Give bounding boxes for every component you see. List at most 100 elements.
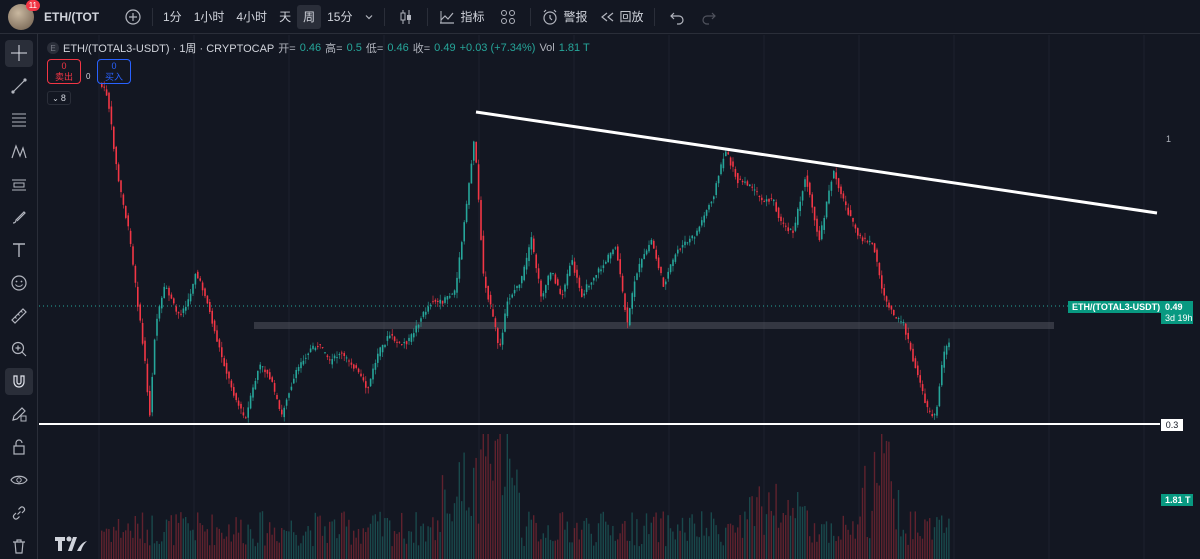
trend-line-tool[interactable] (5, 73, 33, 100)
candle-body (413, 333, 415, 338)
emoji-tool[interactable] (5, 270, 33, 297)
volume-bar (835, 541, 837, 559)
undo-icon[interactable] (669, 9, 685, 25)
link-tool[interactable] (5, 499, 33, 526)
user-avatar[interactable]: 11 (8, 0, 40, 30)
text-tool[interactable] (5, 237, 33, 264)
interval-1h-button[interactable]: 1小时 (188, 5, 231, 29)
candle-body (317, 345, 319, 348)
candle-body (321, 347, 324, 349)
volume-bar (787, 499, 789, 559)
prediction-tool[interactable] (5, 171, 33, 198)
candle-body (465, 203, 468, 223)
candle-body (569, 265, 571, 276)
crosshair-tool[interactable] (4, 40, 33, 67)
ruler-tool[interactable] (5, 303, 33, 330)
candle-body (163, 286, 165, 299)
candle-body (499, 343, 501, 346)
sell-button[interactable]: 0 卖出 (47, 59, 81, 84)
candle-body (528, 247, 530, 262)
volume-bar (115, 530, 117, 559)
indicators-button[interactable]: 指标 (432, 5, 490, 29)
alert-button[interactable]: 警报 (535, 5, 593, 29)
volume-bar (468, 507, 470, 559)
remove-drawings-tool[interactable] (5, 532, 33, 559)
candle-body (350, 362, 353, 365)
indicators-collapse-button[interactable]: ⌄ 8 (47, 91, 71, 105)
volume-bar (585, 518, 588, 559)
candle-body (741, 180, 744, 183)
candle-body (343, 353, 345, 357)
fib-retracement-tool[interactable] (5, 106, 33, 133)
candle-body (722, 158, 725, 169)
descending-trendline[interactable] (475, 110, 1158, 215)
interval-1m-button[interactable]: 1分 (157, 5, 188, 29)
volume-bar (384, 518, 386, 559)
volume-bar (869, 538, 871, 559)
volume-bar (163, 532, 165, 559)
candle-body (360, 373, 362, 377)
volume-bar (489, 463, 492, 559)
volume-bar (830, 523, 832, 559)
volume-bar (823, 524, 825, 559)
brush-tool[interactable] (5, 204, 33, 231)
candle-body (506, 301, 509, 317)
layout-grid-icon[interactable] (500, 9, 516, 25)
candle-body (804, 179, 806, 187)
volume-bar (842, 515, 844, 559)
candle-body (285, 399, 288, 406)
volume-bar (597, 523, 600, 559)
magnet-tool[interactable] (4, 368, 33, 395)
volume-bar (871, 510, 873, 559)
volume-bar (576, 522, 578, 559)
interval-4h-button[interactable]: 4小时 (230, 5, 273, 29)
zoom-tool[interactable] (5, 335, 33, 362)
candle-body (300, 362, 302, 369)
tradingview-logo[interactable] (53, 533, 89, 555)
volume-bar (480, 449, 482, 559)
volume-bar (475, 457, 477, 559)
volume-bar (885, 440, 888, 559)
legend-title[interactable]: ETH/(TOTAL3-USDT) · 1周 · CRYPTOCAP (63, 40, 274, 56)
volume-bar (367, 527, 369, 559)
keep-drawing-tool[interactable] (5, 401, 33, 428)
lock-drawings-tool[interactable] (5, 434, 33, 461)
candle-body (302, 360, 305, 365)
chart-pane[interactable]: E ETH/(TOTAL3-USDT) · 1周 · CRYPTOCAP 开= 0… (39, 35, 1200, 559)
interval-week-button[interactable]: 周 (297, 4, 322, 29)
volume-bar (698, 537, 700, 559)
candlestick-type-icon[interactable] (397, 8, 415, 26)
candle-body (441, 300, 444, 304)
volume-bar (432, 517, 434, 559)
candle-body (578, 277, 581, 288)
volume-bar (103, 531, 105, 559)
replay-button[interactable]: 回放 (593, 5, 649, 29)
volume-bar (273, 527, 276, 559)
volume-bar (638, 546, 640, 559)
volume-bar (943, 532, 945, 559)
candle-body (312, 345, 314, 349)
interval-dropdown-chevron-icon[interactable] (364, 12, 374, 22)
symbol-search-button[interactable]: ETH/(TOT (44, 10, 124, 24)
volume-bar (727, 523, 729, 559)
volume-bar (789, 515, 792, 559)
candle-body (653, 240, 655, 249)
candle-body (403, 342, 405, 344)
volume-bar (614, 540, 616, 559)
candle-body (182, 308, 185, 313)
interval-15m-button[interactable]: 15分 (321, 5, 358, 29)
price-chart-canvas[interactable] (39, 35, 1200, 559)
candle-body (134, 265, 137, 283)
volume-bar (252, 538, 254, 559)
candle-body (319, 344, 321, 346)
redo-icon[interactable] (701, 9, 717, 25)
buy-button[interactable]: 0 买入 (97, 59, 131, 84)
interval-day-button[interactable]: 天 (273, 5, 297, 29)
hide-drawings-tool[interactable] (5, 467, 33, 494)
volume-bar (139, 538, 141, 559)
compare-add-icon[interactable] (124, 8, 142, 26)
candle-body (775, 202, 777, 212)
pattern-tool[interactable] (5, 138, 33, 165)
volume-bar (415, 512, 417, 559)
candle-body (588, 285, 590, 288)
